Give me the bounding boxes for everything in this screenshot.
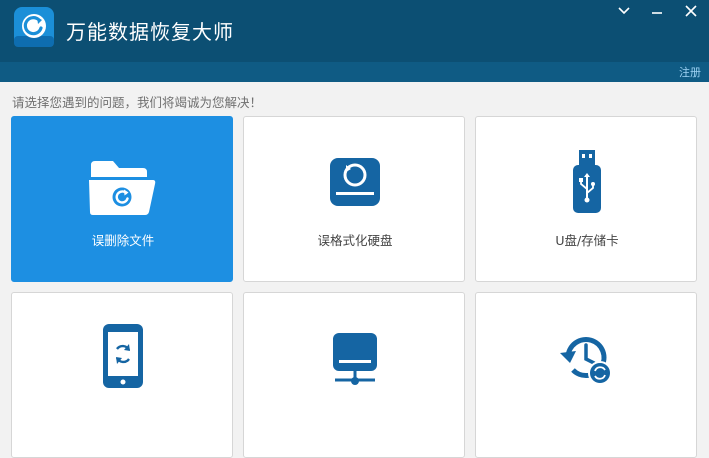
phone-refresh-icon (103, 324, 143, 388)
tile-usb-storage[interactable]: U盘/存储卡 (475, 116, 697, 282)
usb-drive-icon (573, 150, 601, 213)
sub-toolbar: 注册 (0, 62, 709, 82)
register-link[interactable]: 注册 (679, 64, 701, 80)
tile-history-recovery[interactable] (475, 292, 697, 458)
folder-refresh-icon (89, 161, 156, 215)
instruction-text: 请选择您遇到的问题，我们将竭诚为您解决！ (12, 95, 263, 110)
history-recovery-icon (560, 337, 612, 385)
app-title: 万能数据恢复大师 (66, 20, 234, 44)
network-drive-icon (333, 333, 377, 385)
tile-deleted-files[interactable]: 误删除文件 (11, 116, 233, 282)
close-icon[interactable] (680, 2, 702, 20)
tile-label: 误删除文件 (91, 233, 155, 248)
tile-phone-recovery[interactable] (11, 292, 233, 458)
tile-network-drive[interactable] (243, 292, 465, 458)
tile-formatted-drive[interactable]: 误格式化硬盘 (243, 116, 465, 282)
tile-label: 误格式化硬盘 (317, 233, 393, 248)
chevron-down-icon[interactable] (613, 2, 635, 20)
hard-drive-refresh-icon (330, 158, 380, 206)
minimize-icon[interactable] (646, 2, 668, 20)
tile-label: U盘/存储卡 (555, 233, 619, 248)
app-logo-icon (14, 7, 54, 47)
title-bar: 万能数据恢复大师 (0, 0, 709, 62)
